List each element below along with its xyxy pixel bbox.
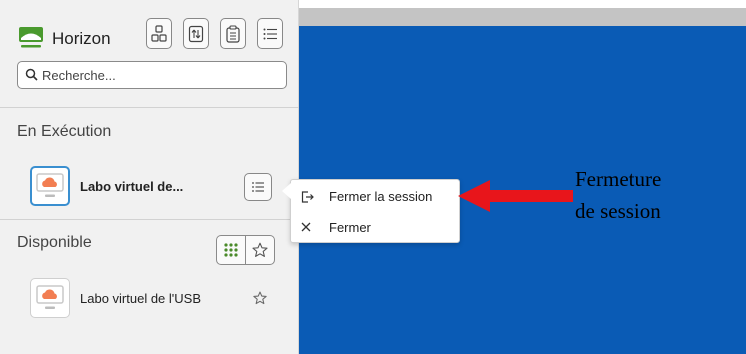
context-menu-caret: [282, 183, 291, 199]
top-strip: [299, 0, 746, 8]
clipboard-icon: [226, 24, 240, 43]
sidebar: Horizon Recherche... En Exécution Labo v…: [0, 0, 299, 354]
list-view-icon: [263, 28, 277, 39]
search-input[interactable]: [42, 66, 282, 84]
sort-icon: [188, 25, 204, 42]
close-icon: [301, 222, 311, 232]
menu-list-icon: [252, 182, 264, 192]
list-view-button[interactable]: [257, 18, 283, 49]
clipboard-button[interactable]: [220, 18, 246, 49]
app-icon-frame: [30, 278, 70, 318]
red-arrow: [458, 180, 573, 212]
available-app-label: Labo virtuel de l'USB: [80, 291, 201, 306]
annotation-text: Fermeture de session: [575, 163, 661, 227]
available-section-title: Disponible: [17, 234, 92, 251]
shortcuts-icon: [151, 24, 167, 42]
running-section-title: En Exécution: [17, 123, 112, 140]
header-divider: [0, 107, 299, 108]
running-app-label: Labo virtuel de...: [80, 179, 184, 194]
desktop-cloud-icon: [36, 285, 64, 309]
section-divider: [0, 219, 299, 220]
annotation-line-2: de session: [575, 199, 661, 223]
menu-item-close[interactable]: Fermer: [291, 214, 459, 242]
grid-dots-icon: [224, 243, 238, 257]
menu-item-close-label: Fermer: [329, 220, 371, 235]
menu-item-logout-label: Fermer la session: [329, 189, 433, 204]
annotation-line-1: Fermeture: [575, 167, 662, 191]
desktop-cloud-icon: [36, 173, 64, 197]
favorites-button[interactable]: [245, 235, 275, 265]
search-box[interactable]: [17, 61, 287, 89]
search-icon: [25, 68, 38, 81]
brand-name: Horizon: [52, 29, 111, 48]
star-icon: [252, 242, 268, 257]
app-options-button[interactable]: [244, 173, 272, 201]
horizon-logo: [19, 27, 43, 48]
logout-icon: [301, 191, 314, 203]
context-menu: Fermer la session Fermer: [290, 179, 460, 243]
app-icon-frame: [30, 166, 70, 206]
star-icon[interactable]: [253, 291, 267, 305]
menu-item-logout[interactable]: Fermer la session: [291, 183, 459, 211]
sort-button[interactable]: [183, 18, 209, 49]
grid-view-button[interactable]: [216, 235, 246, 265]
shortcuts-button[interactable]: [146, 18, 172, 49]
remote-title-bar: [299, 8, 746, 26]
